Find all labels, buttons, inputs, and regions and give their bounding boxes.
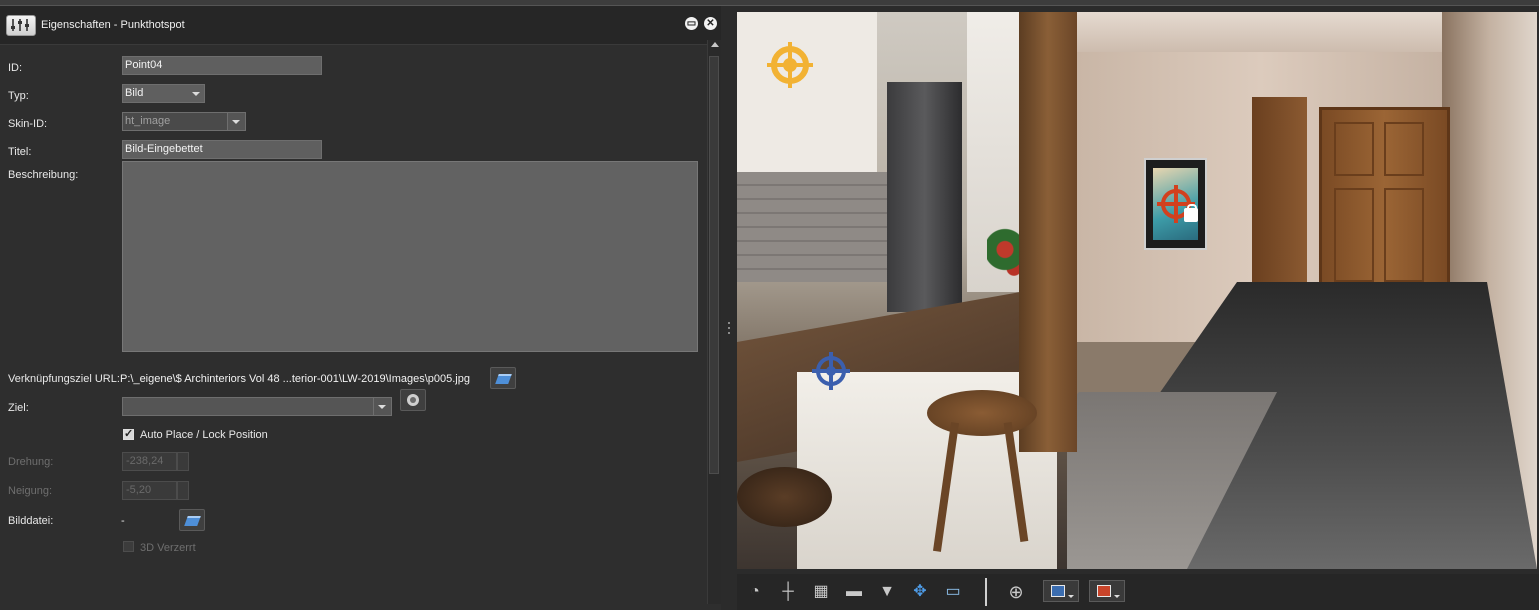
chevron-down-icon — [378, 405, 386, 409]
skin-id-dropdown-button[interactable] — [227, 112, 246, 131]
skin-id-label: Skin-ID: — [8, 118, 48, 130]
titel-input[interactable]: Bild-Eingebettet — [122, 140, 322, 159]
target-line — [812, 369, 850, 373]
scroll-up-arrow-icon[interactable] — [711, 42, 719, 47]
panel-titlebar: Eigenschaften - Punkthotspot ▭ ✕ — [0, 6, 721, 45]
auto-place-checkbox[interactable] — [123, 427, 134, 440]
neigung-spin-arrows[interactable] — [177, 481, 189, 500]
fridge — [887, 82, 962, 312]
hotspot-yellow[interactable] — [767, 42, 813, 88]
grid-icon[interactable]: ▦ — [810, 582, 832, 602]
verzerrt-checkbox[interactable] — [123, 541, 134, 552]
bar-stool-foreground — [737, 467, 832, 527]
scrollbar-thumb[interactable] — [709, 56, 719, 474]
typ-select[interactable]: Bild — [122, 84, 205, 103]
typ-value: Bild — [125, 87, 144, 99]
ziel-dropdown-button[interactable] — [373, 397, 392, 416]
move-arrows-icon[interactable]: ✥ — [909, 582, 931, 602]
chevron-down-icon — [1068, 595, 1074, 598]
drehung-label: Drehung: — [8, 456, 54, 468]
folder-icon — [184, 516, 201, 526]
verzerrt-label: 3D Verzerrt — [140, 542, 196, 554]
url-value: P:\_eigene\$ Archinteriors Vol 48 ...ter… — [120, 373, 470, 385]
chevron-down-icon — [1114, 595, 1120, 598]
neigung-label: Neigung: — [8, 485, 53, 497]
bilddatei-label: Bilddatei: — [8, 515, 54, 527]
bilddatei-value: - — [121, 515, 125, 527]
lock-icon — [1184, 204, 1198, 222]
panel-title: Eigenschaften - Punkthotspot — [41, 19, 185, 31]
crosshair-line-icon[interactable]: ┼ — [777, 582, 799, 602]
color-picker-red[interactable] — [1089, 580, 1125, 602]
tornado-icon[interactable]: ▼ — [876, 582, 898, 602]
kitchen-cabinet — [737, 12, 877, 172]
skin-id-input[interactable]: ht_image — [122, 112, 228, 131]
restore-icon[interactable]: ▭ — [685, 17, 698, 30]
panorama-icon[interactable]: ▭ — [942, 582, 964, 602]
typ-label: Typ: — [8, 90, 29, 102]
titel-label: Titel: — [8, 146, 32, 158]
close-icon[interactable]: ✕ — [704, 17, 717, 30]
wooden-pillar — [1019, 12, 1077, 452]
color-swatch — [1051, 585, 1065, 597]
beschreibung-label: Beschreibung: — [8, 169, 79, 181]
target-circle-icon — [407, 394, 419, 406]
ziel-target-button[interactable] — [400, 389, 426, 411]
kitchen-tiles — [737, 172, 897, 282]
drehung-spin-arrows[interactable] — [177, 452, 189, 471]
color-picker-blue[interactable] — [1043, 580, 1079, 602]
splitter-grip-dot — [728, 332, 730, 334]
color-swatch — [1097, 585, 1111, 597]
bilddatei-browse-button[interactable] — [179, 509, 205, 531]
id-label: ID: — [8, 62, 23, 74]
url-label: Verknüpfungsziel URL: — [8, 373, 120, 385]
id-input[interactable]: Point04 — [122, 56, 322, 75]
splitter-grip-dot — [728, 322, 730, 324]
ziel-label: Ziel: — [8, 402, 29, 414]
target-icon[interactable]: ⊕ — [1005, 582, 1027, 602]
projector-icon[interactable]: ▬ — [843, 582, 865, 602]
chevron-down-icon — [192, 92, 200, 96]
chevron-down-icon — [232, 120, 240, 124]
toolbar-separator — [985, 578, 987, 606]
beschreibung-textarea[interactable] — [122, 161, 698, 352]
target-line — [767, 63, 813, 67]
panorama-viewer[interactable] — [737, 12, 1537, 569]
auto-place-label: Auto Place / Lock Position — [140, 429, 268, 441]
hallway-door-right — [1319, 107, 1450, 308]
compass-icon[interactable]: ◔ — [744, 582, 766, 602]
splitter-grip-dot — [728, 327, 730, 329]
sliders-icon — [6, 15, 36, 36]
folder-icon — [495, 374, 512, 384]
ziel-select[interactable] — [122, 397, 374, 416]
hotspot-red-locked[interactable] — [1157, 185, 1198, 223]
drehung-input[interactable]: -238,24 — [122, 452, 177, 471]
neigung-input[interactable]: -5,20 — [122, 481, 177, 500]
hotspot-blue[interactable] — [812, 352, 850, 390]
url-browse-button[interactable] — [490, 367, 516, 389]
panel-splitter[interactable] — [721, 6, 737, 610]
bar-stool — [927, 390, 1037, 436]
